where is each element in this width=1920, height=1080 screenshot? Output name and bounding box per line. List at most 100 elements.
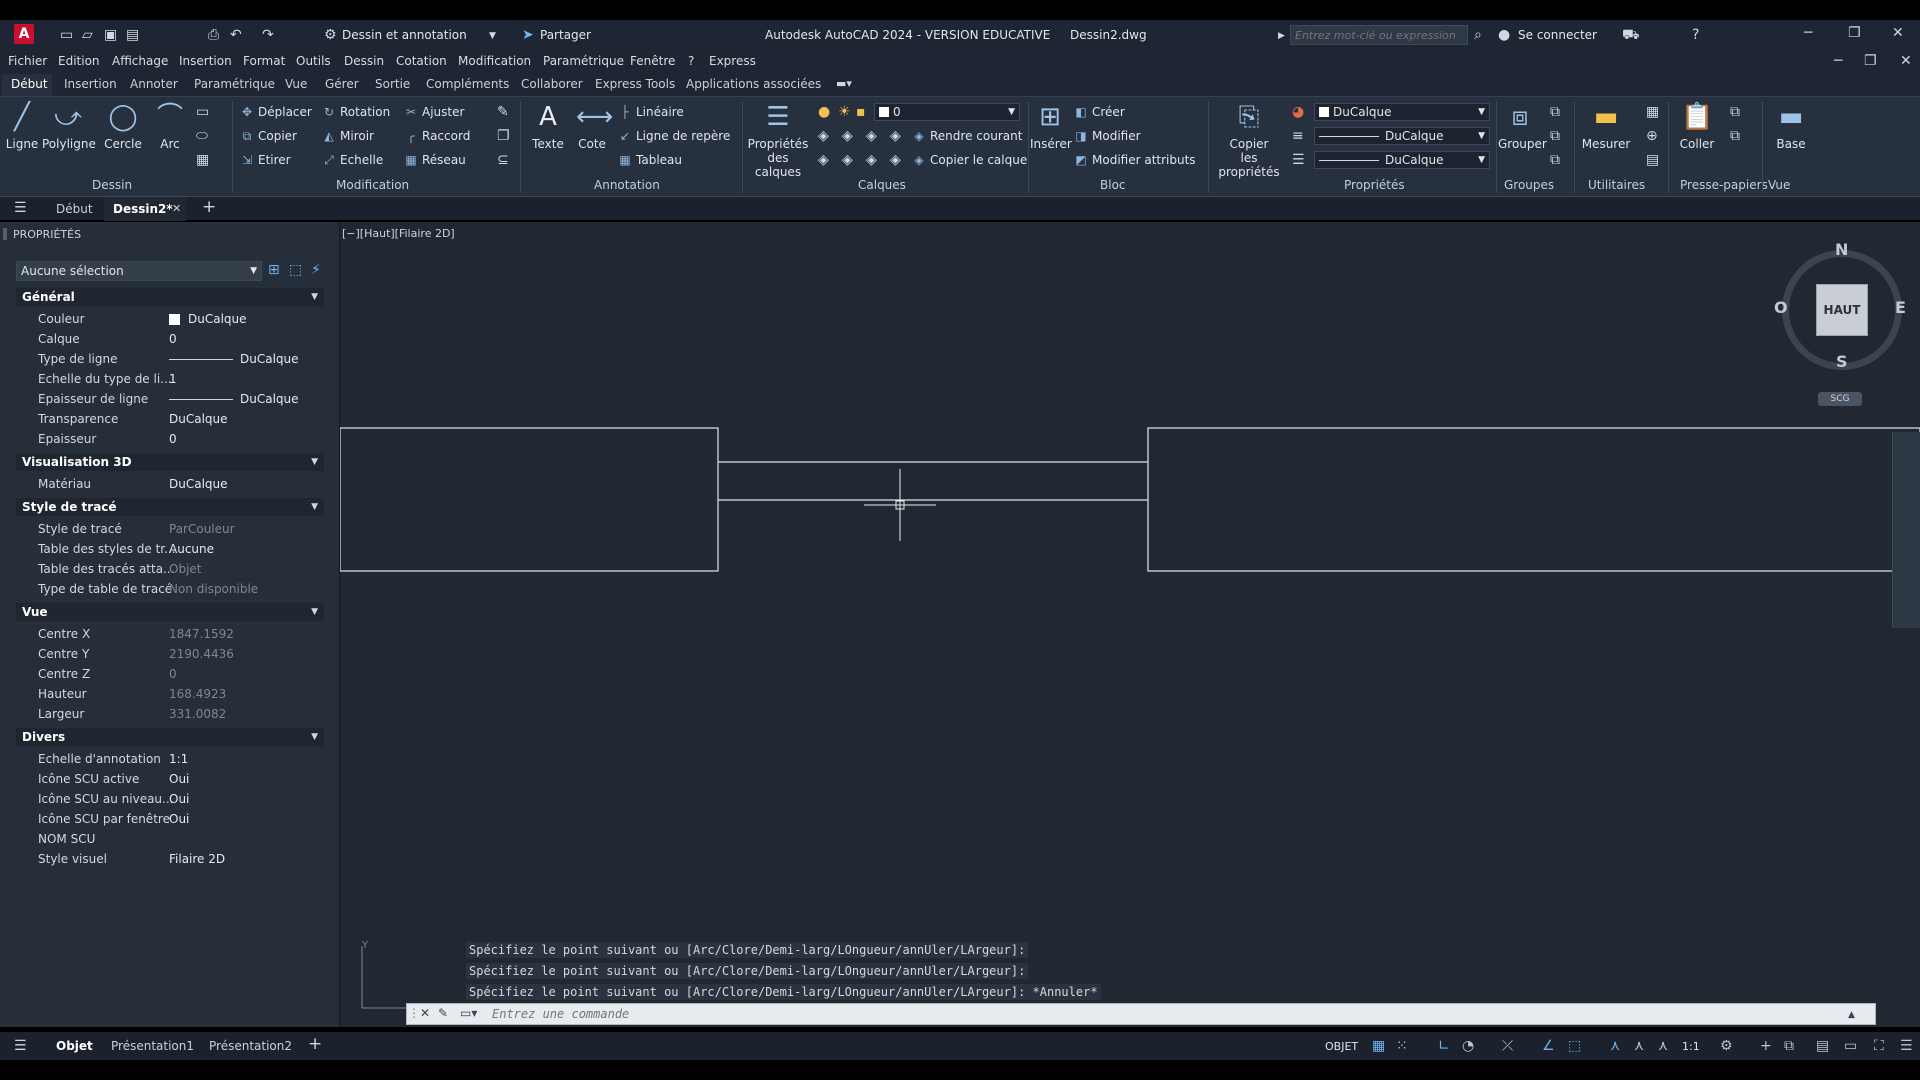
panel-groupes-title[interactable]: Groupes (1504, 178, 1554, 192)
layer-tool-icon[interactable]: ◈ (866, 153, 877, 167)
arc-button[interactable]: ⌒ Arc (150, 101, 190, 151)
chevron-down-icon[interactable]: ▼ (489, 29, 496, 43)
navigation-bar[interactable] (1892, 432, 1920, 628)
property-row[interactable]: Echelle d'annotation 1:1 (16, 749, 324, 769)
customize-command-icon[interactable]: ✎ (438, 1006, 448, 1020)
table-button[interactable]: ▦ Tableau (618, 153, 682, 167)
tab-vue[interactable]: Vue (285, 77, 307, 91)
id-point-icon[interactable]: ⊕ (1646, 129, 1658, 143)
annotation-scale-value[interactable]: 1:1 (1682, 1040, 1700, 1053)
panel-annotation-title[interactable]: Annotation (594, 178, 660, 192)
share-button[interactable]: Partager (540, 28, 591, 42)
drawing-canvas[interactable]: [−][Haut][Filaire 2D] Y HAUT N S E O SCG… (340, 222, 1920, 1027)
color-dropdown[interactable]: DuCalque ▼ (1314, 103, 1490, 121)
compass-south[interactable]: S (1836, 352, 1848, 371)
compass-north[interactable]: N (1835, 240, 1848, 259)
explode-icon[interactable]: ❐ (497, 129, 510, 143)
layer-tool-icon[interactable]: ◈ (866, 129, 877, 143)
property-row[interactable]: Centre Z 0 (16, 664, 324, 684)
tab-gerer[interactable]: Gérer (325, 77, 359, 91)
snap-icon[interactable]: ⁙ (1396, 1038, 1408, 1054)
erase-icon[interactable]: ✎ (497, 105, 509, 119)
tab-applications[interactable]: Applications associées (686, 77, 821, 91)
tab-annoter[interactable]: Annoter (130, 77, 178, 91)
calculator-icon[interactable]: ▦ (1646, 105, 1659, 119)
property-section-header[interactable]: Style de tracé ▼ (16, 498, 324, 516)
copy-clip-icon[interactable]: ⧉ (1730, 105, 1740, 119)
text-button[interactable]: A Texte (528, 101, 568, 151)
rectangle-icon[interactable]: ▭ (196, 105, 209, 119)
tab-layout2[interactable]: Présentation2 (209, 1039, 292, 1053)
scale-button[interactable]: ⤢ Echelle (322, 153, 383, 168)
grid-icon[interactable]: ▦ (1372, 1038, 1385, 1054)
save-as-icon[interactable]: ▤ (126, 28, 139, 42)
autocad-logo-icon[interactable]: A (14, 24, 34, 44)
layer-tool-icon[interactable]: ◈ (818, 153, 829, 167)
panel-calques-title[interactable]: Calques (858, 178, 906, 192)
command-input[interactable] (492, 1005, 1852, 1023)
plot-icon[interactable]: ⎙ (208, 28, 219, 42)
hardware-acceleration-icon[interactable]: ▤ (1816, 1038, 1829, 1054)
property-row[interactable]: Epaisseur de ligne DuCalque (16, 389, 324, 409)
property-row[interactable]: Epaisseur 0 (16, 429, 324, 449)
add-layout-icon[interactable]: + (308, 1036, 322, 1053)
compass-east[interactable]: E (1895, 298, 1906, 317)
property-row[interactable]: Table des styles de tr... Aucune (16, 539, 324, 559)
property-section-header[interactable]: Général ▼ (16, 288, 324, 306)
polyline-button[interactable]: ⤻ Polyligne (42, 101, 96, 151)
layer-tool-icon[interactable]: ◈ (890, 153, 901, 167)
minimize-icon[interactable]: ─ (1804, 26, 1812, 40)
property-row[interactable]: Table des tracés atta... Objet (16, 559, 324, 579)
search-icon[interactable]: ⌕ (1474, 28, 1482, 42)
color-wheel-icon[interactable]: ◕ (1292, 105, 1304, 119)
collapse-section-icon[interactable]: ▼ (311, 603, 318, 621)
collapse-section-icon[interactable]: ▼ (311, 498, 318, 516)
new-file-icon[interactable]: ▭ (60, 28, 73, 42)
base-view-button[interactable]: ▬ Base (1768, 101, 1814, 151)
offset-icon[interactable]: ⊆ (497, 153, 509, 167)
close-tab-icon[interactable]: ✕ (172, 202, 181, 216)
hamburger-menu-icon[interactable]: ☰ (14, 201, 27, 215)
cart-icon[interactable]: ⛟ (1622, 28, 1640, 42)
menu-parametrique[interactable]: Paramétrique (543, 54, 624, 68)
insert-button[interactable]: ⊞ Insérer (1030, 101, 1072, 151)
paste-button[interactable]: 📋 Coller (1672, 101, 1722, 151)
tab-debut[interactable]: Début (11, 77, 48, 91)
menu-outils[interactable]: Outils (296, 54, 331, 68)
object-snap-icon[interactable]: ⬚ (1568, 1038, 1581, 1054)
tab-model[interactable]: Objet (56, 1039, 93, 1053)
lightbulb-icon[interactable]: ● (818, 105, 830, 119)
layouts-menu-icon[interactable]: ☰ (14, 1039, 27, 1053)
panel-utilitaires-title[interactable]: Utilitaires (1588, 178, 1645, 192)
property-row[interactable]: NOM SCU (16, 829, 324, 849)
property-row[interactable]: Icône SCU active Oui (16, 769, 324, 789)
property-row[interactable]: Style de tracé ParCouleur (16, 519, 324, 539)
property-row[interactable]: Calque 0 (16, 329, 324, 349)
clean-screen-icon[interactable]: ⛶ (1874, 1038, 1884, 1054)
isolate-objects-icon[interactable]: ▭ (1844, 1038, 1857, 1054)
new-tab-icon[interactable]: + (202, 199, 216, 216)
layer-properties-button[interactable]: ☰ Propriétés des calques (746, 101, 810, 179)
chevron-right-icon[interactable]: ▶ (1278, 29, 1285, 43)
quick-calc-icon[interactable]: ▤ (1646, 153, 1659, 167)
units-icon[interactable]: ⧉ (1784, 1038, 1794, 1054)
measure-button[interactable]: ▬ Mesurer (1578, 101, 1634, 151)
stretch-button[interactable]: ⇲ Etirer (240, 153, 291, 167)
tab-insertion[interactable]: Insertion (64, 77, 117, 91)
quick-select-icon[interactable]: ⚡ (311, 263, 321, 277)
leader-button[interactable]: ↙ Ligne de repère (618, 129, 730, 143)
tab-start[interactable]: Début (56, 202, 93, 216)
linear-button[interactable]: ├ Linéaire (618, 105, 683, 119)
property-row[interactable]: Hauteur 168.4923 (16, 684, 324, 704)
undo-icon[interactable]: ↶ (230, 28, 242, 42)
toggle-pickadd-icon[interactable]: ⊞ (268, 263, 280, 277)
selection-dropdown[interactable]: Aucune sélection ▼ (16, 261, 262, 281)
help-icon[interactable]: ? (1692, 28, 1699, 42)
menu-help[interactable]: ? (688, 54, 694, 68)
mirror-button[interactable]: ◭ Miroir (322, 129, 374, 143)
menu-express[interactable]: Express (709, 54, 756, 68)
panel-modification-title[interactable]: Modification (336, 178, 409, 192)
customization-icon[interactable]: ☰ (1900, 1038, 1913, 1054)
cut-clip-icon[interactable]: ⧉ (1730, 129, 1740, 143)
property-row[interactable]: Centre Y 2190.4436 (16, 644, 324, 664)
